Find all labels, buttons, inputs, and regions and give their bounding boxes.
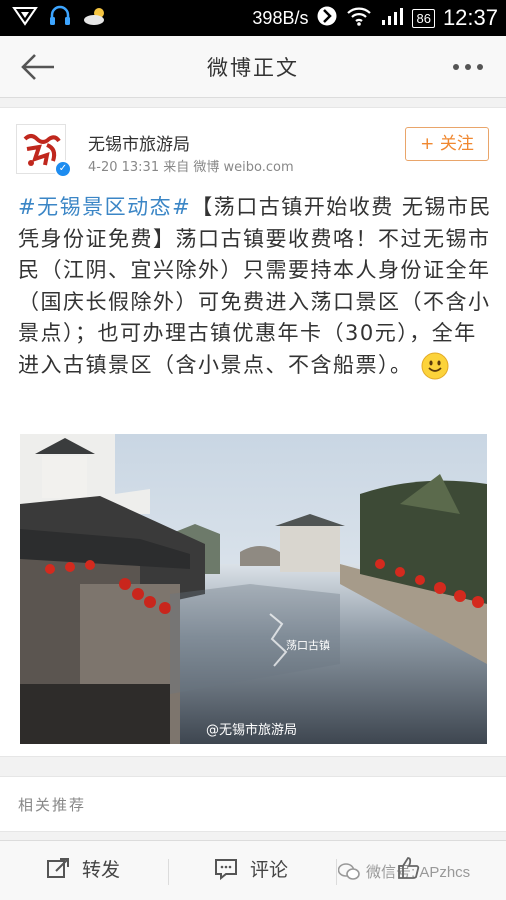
page-title: 微博正文 <box>207 56 299 80</box>
post-source: 来自 微博 weibo.com <box>163 160 294 175</box>
bottom-action-bar: 转发 评论 微信号: APzhcs <box>0 840 506 900</box>
related-label: 相关推荐 <box>18 796 87 814</box>
weather-icon <box>82 5 110 31</box>
topic-link[interactable]: #无锡景区动态# <box>18 195 191 219</box>
more-button[interactable] <box>448 50 488 84</box>
signal-icon <box>380 5 404 32</box>
post-image[interactable]: 荡口古镇 @无锡市旅游局 <box>20 434 487 744</box>
post-body: 【荡口古镇开始收费 无锡市民凭身份证免费】荡口古镇要收费咯！不过无锡市民（江阴、… <box>18 195 492 377</box>
comment-icon <box>215 858 237 880</box>
repost-button[interactable]: 转发 <box>46 855 120 882</box>
more-dots-icon <box>453 64 483 70</box>
network-speed: 398B/s <box>252 7 309 28</box>
headset-icon <box>48 5 72 31</box>
comment-button[interactable]: 评论 <box>214 855 288 882</box>
divider <box>336 859 337 885</box>
nav-bar: 微博正文 <box>0 36 506 98</box>
data-saver-icon <box>316 5 338 32</box>
related-section[interactable]: 相关推荐 <box>0 776 506 832</box>
smile-emoji-icon <box>421 352 449 380</box>
repost-icon <box>47 857 69 878</box>
author-name[interactable]: 无锡市旅游局 <box>88 130 190 155</box>
post-meta: 4-20 13:31 来自 微博 weibo.com <box>88 156 294 175</box>
vpn-icon <box>12 5 38 31</box>
battery-level: 86 <box>412 8 435 28</box>
clock: 12:37 <box>442 5 498 30</box>
svg-text:荡口古镇: 荡口古镇 <box>286 638 330 652</box>
verified-badge-icon: ✓ <box>54 160 72 178</box>
status-bar: 398B/s 86 12:37 <box>0 0 506 36</box>
image-watermark: @无锡市旅游局 <box>205 723 297 738</box>
thumbs-up-icon <box>398 857 420 879</box>
repost-label: 转发 <box>82 859 121 881</box>
post-timestamp: 4-20 13:31 <box>88 160 160 175</box>
canal-town-photo: 荡口古镇 <box>20 434 487 744</box>
post-text: #无锡景区动态#【荡口古镇开始收费 无锡市民凭身份证免费】荡口古镇要收费咯！不过… <box>18 192 492 381</box>
comment-label: 评论 <box>250 859 289 881</box>
wifi-icon <box>346 5 372 32</box>
post-card: ✓ 无锡市旅游局 4-20 13:31 来自 微博 weibo.com + 关注… <box>0 107 506 757</box>
like-button[interactable] <box>396 855 422 885</box>
wechat-icon <box>338 862 360 880</box>
follow-button[interactable]: + 关注 <box>405 127 489 161</box>
divider <box>168 859 169 885</box>
